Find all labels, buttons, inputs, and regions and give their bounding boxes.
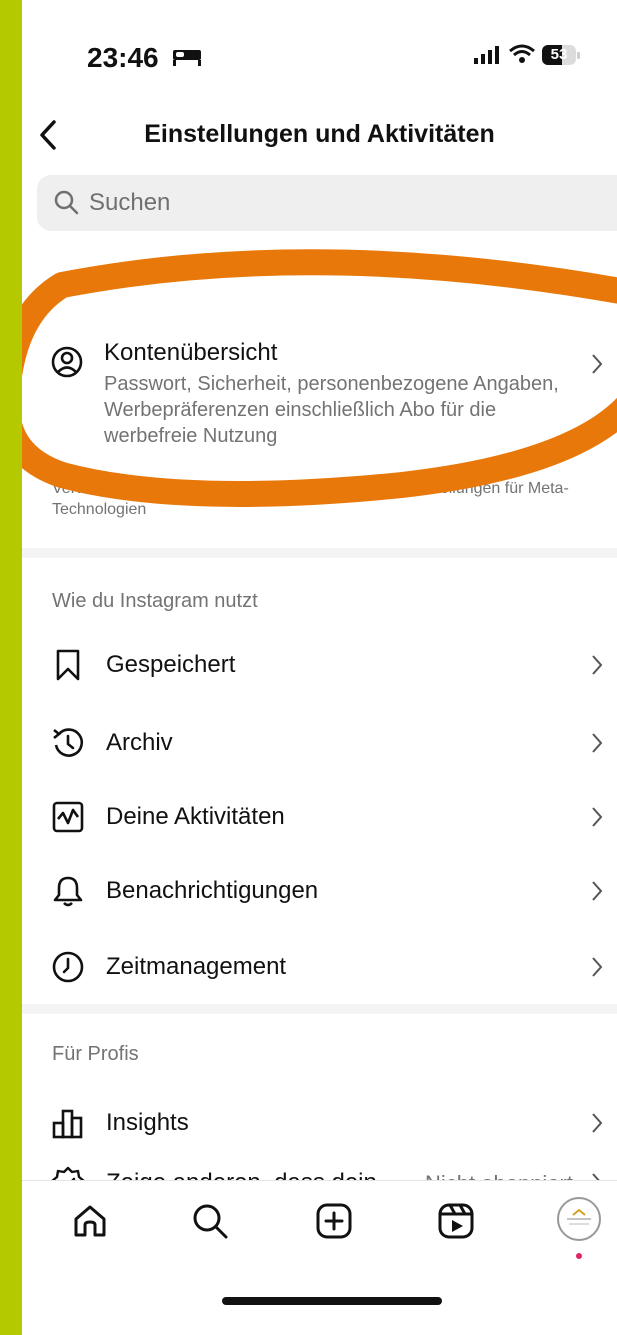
reels-icon[interactable] — [436, 1201, 476, 1241]
status-bar: 23:46 53 — [22, 0, 617, 100]
section-divider — [22, 1004, 617, 1014]
search-icon — [54, 190, 79, 215]
archive-history-icon — [53, 728, 84, 757]
sleep-focus-icon — [173, 50, 201, 66]
bookmark-icon — [56, 649, 80, 681]
chevron-right-icon — [592, 881, 603, 901]
search-input[interactable]: Suchen — [37, 175, 617, 231]
chevron-right-icon — [592, 354, 603, 374]
menu-item-label: Archiv — [106, 729, 173, 756]
phone-screen: 23:46 53 Einstellungen und Aktivitäten S… — [22, 0, 617, 1335]
menu-item-your-activity[interactable]: Deine Aktivitäten — [22, 782, 617, 852]
chevron-right-icon — [592, 807, 603, 827]
cellular-signal-icon — [474, 46, 499, 64]
battery-icon: 53 — [542, 45, 582, 65]
create-plus-icon[interactable] — [314, 1201, 354, 1241]
accounts-center-title: Kontenübersicht — [104, 339, 278, 366]
section-heading-account: Dei — [52, 276, 83, 298]
accounts-center-item[interactable]: Kontenübersicht Passwort, Sicherheit, pe… — [22, 335, 617, 447]
search-placeholder: Suchen — [89, 189, 171, 216]
activity-icon — [52, 801, 84, 833]
account-circle-icon — [51, 346, 83, 378]
menu-item-time-management[interactable]: Zeitmanagement — [22, 932, 617, 1002]
status-time: 23:46 — [87, 42, 159, 73]
menu-item-saved[interactable]: Gespeichert — [22, 630, 617, 700]
insights-chart-icon — [52, 1109, 83, 1139]
chevron-right-icon — [592, 957, 603, 977]
wifi-icon — [509, 44, 535, 63]
bell-icon — [53, 876, 83, 907]
page-title: Einstellungen und Aktivitäten — [144, 120, 495, 148]
menu-item-archive[interactable]: Archiv — [22, 708, 617, 778]
header: Einstellungen und Aktivitäten — [22, 100, 617, 170]
section-heading-pro: Für Profis — [52, 1043, 139, 1065]
accounts-center-description: Passwort, Sicherheit, personenbezogene A… — [104, 373, 559, 447]
section-heading-account-right: ta — [570, 276, 587, 298]
notification-dot — [576, 1253, 582, 1259]
menu-item-label: Zeitmanagement — [106, 953, 287, 980]
menu-item-label: Deine Aktivitäten — [106, 803, 285, 830]
search-icon[interactable] — [190, 1201, 230, 1241]
bottom-tab-bar — [22, 1180, 617, 1335]
menu-item-label: Benachrichtigungen — [106, 877, 319, 904]
profile-avatar[interactable] — [557, 1197, 601, 1241]
meta-settings-note: Verwalte deine verknüpften Funktionen un… — [52, 480, 569, 518]
chevron-right-icon — [592, 1113, 603, 1133]
menu-item-label: Insights — [106, 1109, 189, 1136]
section-heading-usage: Wie du Instagram nutzt — [52, 590, 258, 612]
menu-item-label: Gespeichert — [106, 651, 236, 678]
chevron-right-icon — [592, 733, 603, 753]
clock-icon — [52, 951, 84, 983]
battery-level: 53 — [550, 46, 568, 63]
section-divider — [22, 548, 617, 558]
menu-item-notifications[interactable]: Benachrichtigungen — [22, 856, 617, 926]
home-icon[interactable] — [70, 1201, 110, 1241]
profile-logo-icon — [567, 1208, 591, 1225]
chevron-right-icon — [592, 655, 603, 675]
home-indicator — [222, 1297, 442, 1305]
